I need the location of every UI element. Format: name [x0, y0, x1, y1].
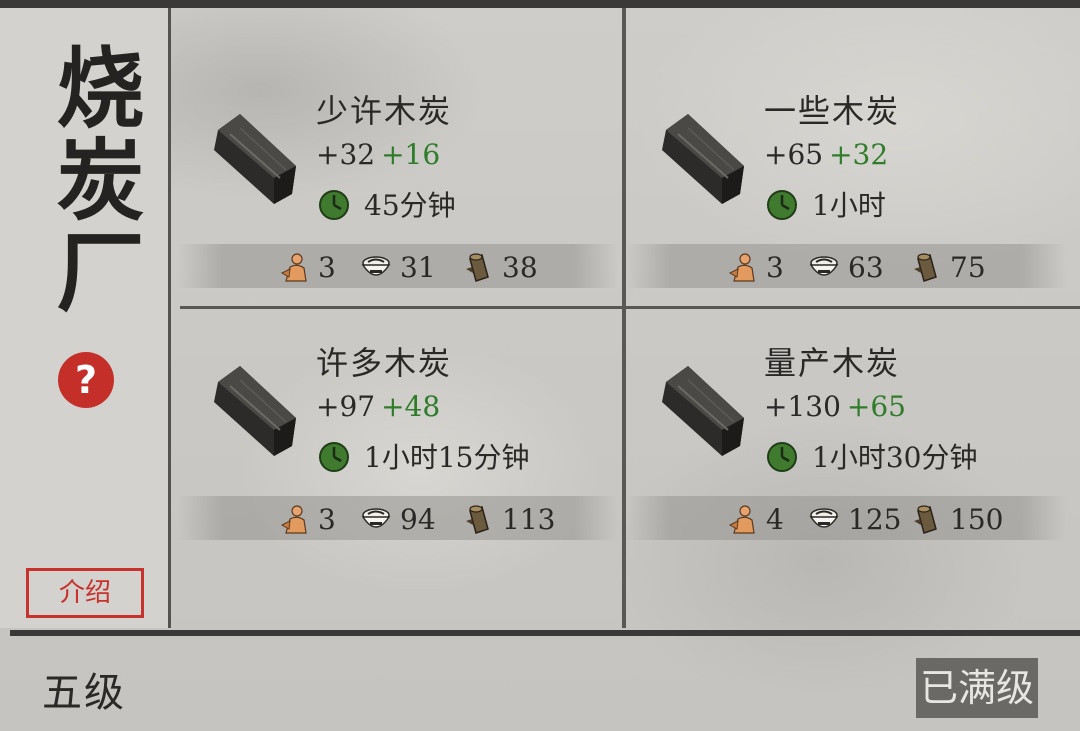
output-amount: +32	[316, 138, 376, 171]
intro-button[interactable]: 介绍	[26, 568, 144, 618]
clock-icon	[767, 190, 797, 220]
food-count: 63	[848, 250, 884, 284]
top-border	[0, 0, 1080, 8]
wood-count: 113	[502, 502, 556, 536]
worker-icon	[728, 505, 755, 534]
recipe-name: 许多木炭	[316, 344, 453, 382]
recipe-card[interactable]: 量产木炭 +130 +65 1小时30分钟 4 125 150	[626, 336, 1066, 626]
food-count: 94	[400, 502, 436, 536]
max-level-button[interactable]: 已满级	[916, 658, 1038, 718]
worker-icon	[280, 505, 307, 534]
worker-cost: 3	[278, 502, 336, 536]
food-cost: 94	[360, 502, 436, 536]
wood-cost: 38	[462, 250, 538, 284]
worker-count: 3	[318, 502, 336, 536]
help-button[interactable]: ?	[58, 352, 114, 408]
recipe-card[interactable]: 许多木炭 +97 +48 1小时15分钟 3 94 113	[178, 336, 618, 626]
recipe-duration: 45分钟	[364, 189, 456, 222]
wood-cost: 150	[910, 502, 1003, 536]
output-amount: +65	[764, 138, 824, 171]
wood-count: 150	[950, 502, 1004, 536]
recipe-output: +65 +32	[764, 138, 888, 171]
recipe-duration: 1小时15分钟	[364, 441, 530, 474]
food-bowl-icon	[809, 256, 839, 276]
food-cost: 31	[360, 250, 436, 284]
recipe-name: 少许木炭	[316, 92, 453, 130]
wood-cost: 113	[462, 502, 555, 536]
food-bowl-icon	[361, 256, 391, 276]
charcoal-log-icon	[662, 114, 744, 204]
wood-log-icon	[914, 505, 937, 534]
food-cost: 125	[808, 502, 901, 536]
worker-cost: 3	[278, 250, 336, 284]
worker-count: 3	[318, 250, 336, 284]
worker-cost: 3	[726, 250, 784, 284]
output-amount: +97	[316, 390, 376, 423]
recipe-output: +130 +65	[764, 390, 906, 423]
wood-log-icon	[914, 253, 937, 282]
charcoal-log-icon	[214, 114, 296, 204]
recipe-duration: 1小时	[812, 189, 886, 222]
food-bowl-icon	[809, 508, 839, 528]
building-level: 五级	[42, 670, 126, 716]
recipe-card[interactable]: 一些木炭 +65 +32 1小时 3 63 75	[626, 84, 1066, 374]
output-bonus: +65	[846, 390, 906, 423]
recipe-card[interactable]: 少许木炭 +32 +16 45分钟 3 31 38	[178, 84, 618, 374]
clock-icon	[319, 442, 349, 472]
food-count: 31	[400, 250, 436, 284]
charcoal-log-icon	[214, 366, 296, 456]
worker-icon	[280, 253, 307, 282]
output-amount: +130	[764, 390, 841, 423]
worker-cost: 4	[726, 502, 784, 536]
worker-count: 4	[766, 502, 784, 536]
recipe-output: +32 +16	[316, 138, 440, 171]
sidebar: 烧炭厂 ? 介绍	[0, 8, 171, 628]
recipe-output: +97 +48	[316, 390, 440, 423]
building-title: 烧炭厂	[42, 42, 146, 318]
worker-icon	[728, 253, 755, 282]
output-bonus: +16	[381, 138, 441, 171]
charcoal-log-icon	[662, 366, 744, 456]
output-bonus: +48	[381, 390, 441, 423]
footer-divider	[10, 630, 1080, 636]
food-count: 125	[848, 502, 902, 536]
wood-log-icon	[466, 505, 489, 534]
recipe-name: 一些木炭	[764, 92, 901, 130]
clock-icon	[319, 190, 349, 220]
output-bonus: +32	[829, 138, 889, 171]
worker-count: 3	[766, 250, 784, 284]
wood-log-icon	[466, 253, 489, 282]
recipe-duration: 1小时30分钟	[812, 441, 978, 474]
food-cost: 63	[808, 250, 884, 284]
wood-cost: 75	[910, 250, 986, 284]
recipe-name: 量产木炭	[764, 344, 901, 382]
wood-count: 75	[950, 250, 986, 284]
clock-icon	[767, 442, 797, 472]
wood-count: 38	[502, 250, 538, 284]
food-bowl-icon	[361, 508, 391, 528]
